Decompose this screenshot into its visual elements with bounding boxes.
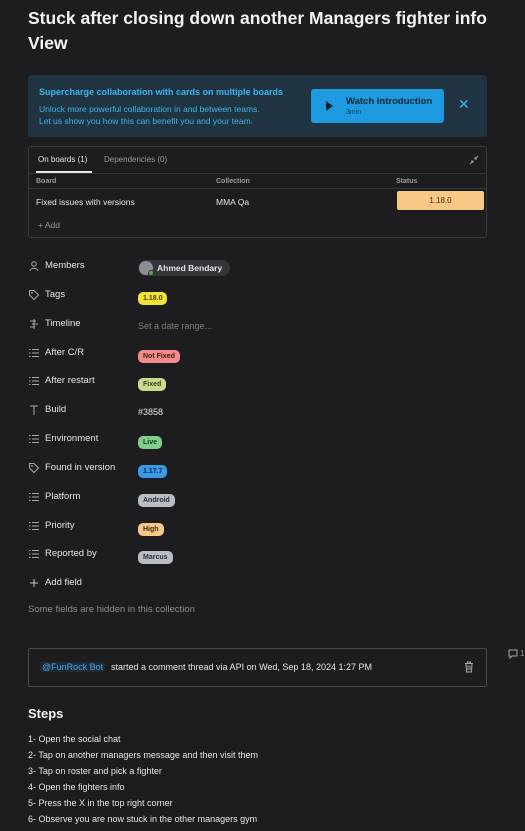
play-icon <box>326 101 333 111</box>
banner-title: Supercharge collaboration with cards on … <box>39 87 284 97</box>
step-item: 3- Tap on roster and pick a fighter <box>28 766 162 776</box>
tag-icon <box>28 462 40 474</box>
field-reported-by: Reported by Marcus <box>28 546 328 564</box>
list-icon <box>28 433 40 445</box>
field-found-in-version: Found in version 1.17.7 <box>28 460 328 478</box>
collection-name[interactable]: MMA Qa <box>216 197 249 207</box>
banner-line-1: Unlock more powerful collaboration in an… <box>39 104 260 114</box>
tab-on-boards[interactable]: On boards (1) <box>38 155 87 164</box>
text-icon <box>28 404 40 416</box>
tag-badge[interactable]: 1.18.0 <box>138 292 168 305</box>
build-value[interactable]: #3858 <box>138 407 163 417</box>
list-icon <box>28 520 40 532</box>
close-icon[interactable]: ✕ <box>458 97 470 111</box>
boards-panel: On boards (1) Dependencies (0) Board Col… <box>28 146 487 238</box>
card-title[interactable]: Stuck after closing down another Manager… <box>28 6 498 56</box>
hidden-fields-note: Some fields are hidden in this collectio… <box>28 604 195 615</box>
member-chip[interactable]: Ahmed Bendary <box>138 258 231 276</box>
field-label: Build <box>45 404 67 415</box>
step-item: 1- Open the social chat <box>28 734 121 744</box>
watch-duration: 3min <box>346 109 362 116</box>
field-label: Environment <box>45 433 99 444</box>
collaboration-banner: Supercharge collaboration with cards on … <box>28 75 487 137</box>
comments-count-button[interactable]: 1 <box>508 649 525 661</box>
field-after-restart: After restart Fixed <box>28 373 328 391</box>
priority-badge[interactable]: High <box>138 523 164 536</box>
header-board: Board <box>36 178 57 185</box>
list-icon <box>28 347 40 359</box>
plus-icon <box>28 577 40 589</box>
field-tags: Tags 1.18.0 <box>28 287 328 305</box>
field-platform: Platform Android <box>28 489 328 507</box>
header-status: Status <box>396 178 418 185</box>
timeline-icon <box>28 318 40 330</box>
status-badge[interactable]: 1.18.0 <box>397 191 484 210</box>
field-label: Reported by <box>45 548 97 559</box>
header-collection: Collection <box>216 178 250 185</box>
after-restart-badge[interactable]: Fixed <box>138 378 167 391</box>
field-label: After restart <box>45 375 95 386</box>
watch-label: Watch introduction <box>346 96 433 107</box>
mention-link[interactable]: @FunRock Bot <box>40 662 106 672</box>
divider <box>29 173 486 174</box>
comment-thread[interactable]: @FunRock Bot started a comment thread vi… <box>28 648 487 687</box>
comments-count: 1 <box>520 649 525 659</box>
field-timeline: Timeline Set a date range... <box>28 316 328 334</box>
member-name: Ahmed Bendary <box>157 263 223 273</box>
step-item: 5- Press the X in the top right corner <box>28 798 173 808</box>
avatar <box>139 260 154 276</box>
field-label: Found in version <box>45 462 116 473</box>
field-label: Tags <box>45 289 66 300</box>
steps-heading: Steps <box>28 706 64 721</box>
tab-dependencies[interactable]: Dependencies (0) <box>104 155 167 164</box>
comment-icon <box>508 649 518 660</box>
add-field-button[interactable]: Add field <box>28 575 328 593</box>
list-icon <box>28 548 40 560</box>
board-name[interactable]: Fixed issues with versions <box>36 197 135 207</box>
comment-text: started a comment thread via API on Wed,… <box>111 662 372 672</box>
add-board-button[interactable]: + Add <box>38 220 60 230</box>
watch-introduction-button[interactable]: Watch introduction 3min <box>311 89 444 123</box>
version-badge[interactable]: 1.17.7 <box>138 465 168 478</box>
field-priority: Priority High <box>28 518 328 536</box>
list-icon <box>28 375 40 387</box>
field-build: Build #3858 <box>28 402 328 420</box>
environment-badge[interactable]: Live <box>138 436 163 449</box>
divider <box>29 188 486 189</box>
field-environment: Environment Live <box>28 431 328 449</box>
field-label: After C/R <box>45 347 85 358</box>
add-field-label: Add field <box>45 577 82 588</box>
step-item: 6- Observe you are now stuck in the othe… <box>28 814 258 824</box>
trash-icon[interactable] <box>464 661 474 673</box>
banner-line-2: Let us show you how this can benefit you… <box>39 116 254 126</box>
reported-by-badge[interactable]: Marcus <box>138 551 173 564</box>
step-item: 4- Open the fighters info <box>28 782 125 792</box>
collapse-icon[interactable] <box>469 155 479 165</box>
step-item: 2- Tap on another managers message and t… <box>28 750 258 760</box>
field-after-cr: After C/R Not Fixed <box>28 345 328 363</box>
person-icon <box>28 260 40 272</box>
field-label: Priority <box>45 520 75 531</box>
after-cr-badge[interactable]: Not Fixed <box>138 350 180 363</box>
platform-badge[interactable]: Android <box>138 494 175 507</box>
list-icon <box>28 491 40 503</box>
tag-icon <box>28 289 40 301</box>
field-members: Members Ahmed Bendary <box>28 258 328 276</box>
field-label: Timeline <box>45 318 81 329</box>
field-label: Members <box>45 260 85 271</box>
field-label: Platform <box>45 491 81 502</box>
date-range-input[interactable]: Set a date range... <box>138 321 212 331</box>
